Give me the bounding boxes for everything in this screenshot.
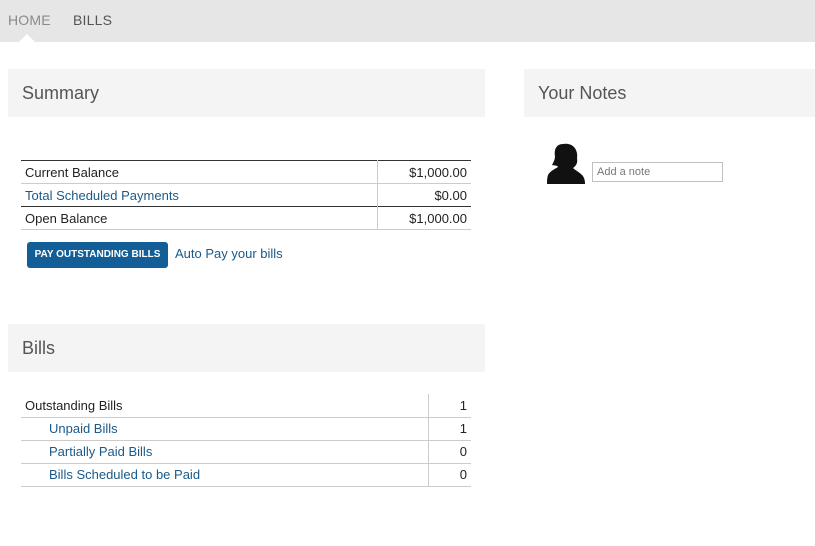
outstanding-bills-count: 1: [427, 394, 471, 417]
table-row: Outstanding Bills 1: [21, 394, 471, 417]
partially-paid-bills-link[interactable]: Partially Paid Bills: [21, 440, 428, 463]
table-row: Bills Scheduled to be Paid 0: [21, 463, 471, 486]
add-note-input[interactable]: [592, 162, 723, 182]
notes-header: Your Notes: [524, 69, 815, 117]
partially-paid-bills-count: 0: [427, 440, 471, 463]
nav-home-tab[interactable]: HOME: [8, 12, 51, 28]
table-row: Total Scheduled Payments $0.00: [21, 183, 471, 207]
pay-outstanding-bills-button[interactable]: PAY OUTSTANDING BILLS: [27, 242, 168, 268]
unpaid-bills-count: 1: [427, 417, 471, 440]
scheduled-payments-link[interactable]: Total Scheduled Payments: [21, 184, 377, 207]
autopay-link[interactable]: Auto Pay your bills: [175, 246, 283, 261]
open-balance-value: $1,000.00: [376, 206, 471, 230]
summary-header: Summary: [8, 69, 485, 117]
scheduled-payments-value: $0.00: [376, 183, 471, 207]
table-row: Current Balance $1,000.00: [21, 160, 471, 184]
active-tab-indicator: [19, 34, 35, 42]
scheduled-bills-count: 0: [427, 463, 471, 486]
unpaid-bills-link[interactable]: Unpaid Bills: [21, 417, 428, 440]
current-balance-label: Current Balance: [25, 164, 119, 180]
person-silhouette-icon: [547, 143, 585, 184]
bills-header: Bills: [8, 324, 485, 372]
table-row: Partially Paid Bills 0: [21, 440, 471, 463]
open-balance-label: Open Balance: [25, 210, 108, 226]
bills-table: Outstanding Bills 1 Unpaid Bills 1 Parti…: [21, 394, 471, 487]
summary-table: Current Balance $1,000.00 Total Schedule…: [21, 160, 471, 230]
top-nav: HOME BILLS: [0, 0, 815, 42]
nav-bills-tab[interactable]: BILLS: [73, 12, 112, 28]
outstanding-bills-label: Outstanding Bills: [25, 397, 123, 413]
current-balance-value: $1,000.00: [376, 160, 471, 184]
table-row: Open Balance $1,000.00: [21, 206, 471, 230]
scheduled-bills-link[interactable]: Bills Scheduled to be Paid: [21, 463, 428, 486]
table-row: Unpaid Bills 1: [21, 417, 471, 440]
